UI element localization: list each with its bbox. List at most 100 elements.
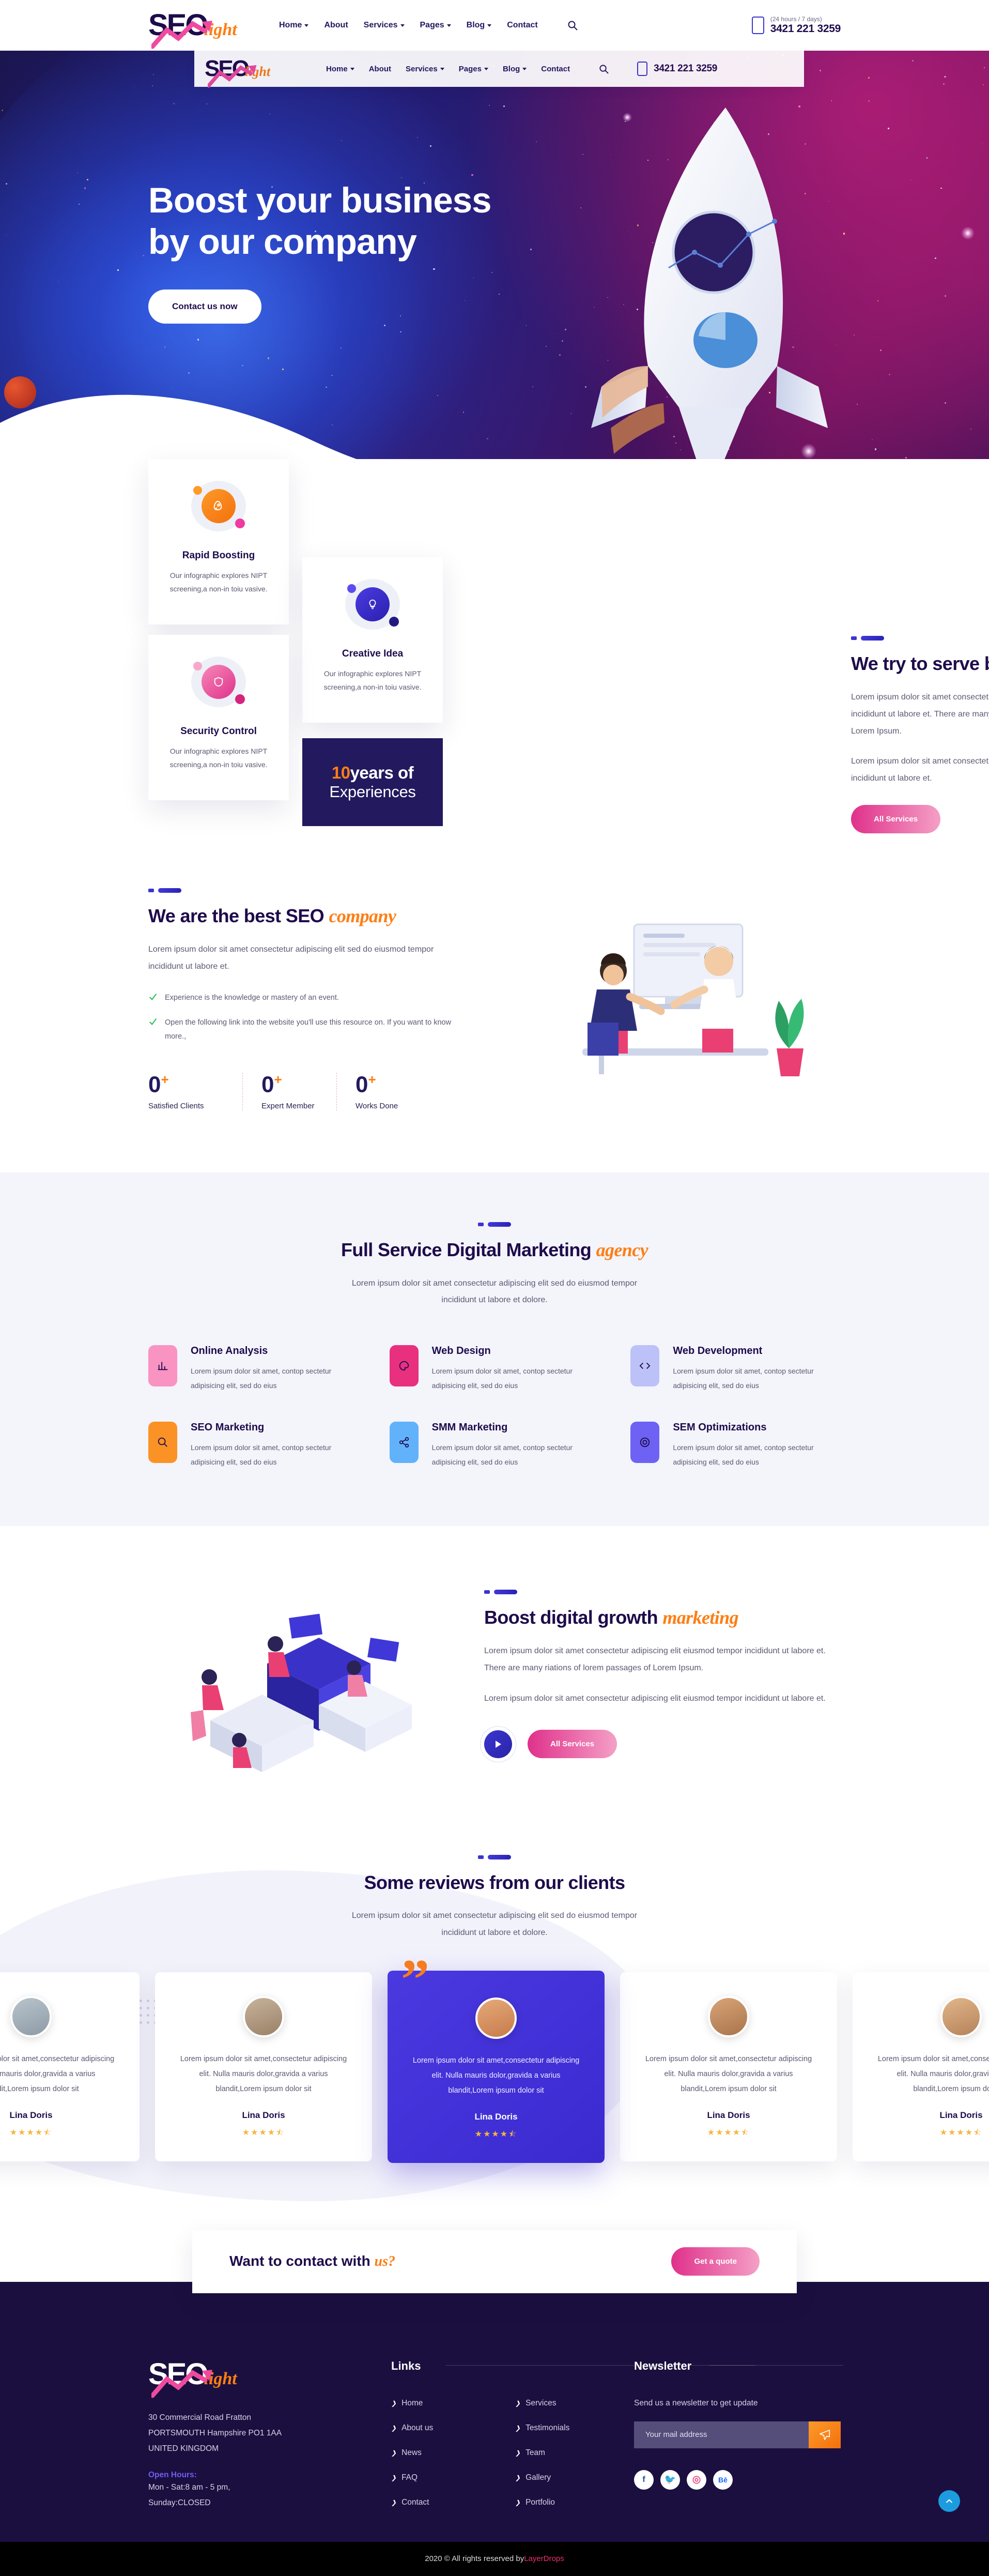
chevron-right-icon: ❯ (515, 2400, 520, 2407)
newsletter-submit-button[interactable] (809, 2421, 841, 2448)
hero-content: Boost your business by our company Conta… (148, 180, 841, 324)
service-card[interactable]: SMM Marketing Lorem ipsum dolor sit amet… (390, 1422, 600, 1469)
testimonial-author: Lina Doris (0, 2110, 119, 2121)
testimonial-card[interactable]: Lorem ipsum dolor sit amet,consectetur a… (853, 1972, 989, 2161)
testimonial-card[interactable]: Lorem ipsum dolor sit amet,consectetur a… (620, 1972, 837, 2161)
rating-stars: ★★★★⯪ (176, 2127, 351, 2141)
footer-links-column: Links ❯Home ❯Services ❯About us ❯Testimo… (391, 2359, 634, 2511)
chevron-right-icon: ❯ (515, 2474, 520, 2481)
chevron-up-icon[interactable] (938, 2490, 960, 2512)
twitter-icon[interactable]: 🐦 (660, 2470, 680, 2490)
copyright-brand[interactable]: LayerDrops (524, 2554, 564, 2563)
service-card[interactable]: SEM Optimizations Lorem ipsum dolor sit … (630, 1422, 841, 1469)
nav-item-about[interactable]: About (324, 21, 348, 30)
footer-link-services[interactable]: ❯Services (515, 2399, 634, 2408)
testimonial-card[interactable]: Lorem ipsum dolor sit amet,consectetur a… (0, 1972, 140, 2161)
growth-heading: Boost digital growth marketing (484, 1606, 841, 1629)
sticky-header-ghost: SEO light Home About Services Pages Blog… (194, 51, 804, 87)
nav-label: Contact (541, 65, 570, 73)
services-subtitle: Lorem ipsum dolor sit amet consectetur a… (334, 1275, 655, 1309)
sticky-nav-item-contact[interactable]: Contact (541, 65, 570, 73)
experience-line2: Experiences (329, 783, 415, 801)
footer-link-team[interactable]: ❯Team (515, 2448, 634, 2458)
logo-text-main: SEO (148, 10, 207, 40)
footer-link-label: Portfolio (526, 2498, 555, 2507)
service-card[interactable]: Online Analysis Lorem ipsum dolor sit am… (148, 1345, 359, 1393)
nav-item-contact[interactable]: Contact (507, 21, 538, 30)
hero-section: Boost your business by our company Conta… (0, 51, 989, 516)
footer-link-home[interactable]: ❯Home (391, 2399, 510, 2408)
feature-card[interactable]: Rapid Boosting Our infographic explores … (148, 459, 289, 624)
footer-link-label: Gallery (526, 2473, 551, 2482)
section-tagline (478, 1855, 511, 1859)
facebook-icon[interactable]: f (634, 2470, 654, 2490)
growth-all-services-button[interactable]: All Services (528, 1730, 617, 1758)
chevron-right-icon: ❯ (391, 2400, 396, 2407)
rating-stars: ★★★★⯪ (873, 2127, 989, 2141)
testimonials-section: Some reviews from our clients Lorem ipsu… (0, 1813, 989, 2230)
stat-label: Works Done (356, 1102, 430, 1110)
nav-item-services[interactable]: Services (364, 21, 405, 30)
search-icon[interactable] (598, 63, 609, 74)
footer-link-about-us[interactable]: ❯About us (391, 2423, 510, 2433)
stat-suffix: + (368, 1072, 376, 1087)
sticky-nav-item-about[interactable]: About (369, 65, 391, 73)
testimonial-text: Lorem ipsum dolor sit amet,consectetur a… (408, 2053, 584, 2098)
service-card[interactable]: Web Development Lorem ipsum dolor sit am… (630, 1345, 841, 1393)
search-icon[interactable] (567, 20, 578, 31)
nav-item-home[interactable]: Home (279, 21, 308, 30)
sticky-nav-item-services[interactable]: Services (406, 65, 444, 73)
social-glyph: Bē (718, 2476, 728, 2484)
sticky-nav-item-home[interactable]: Home (326, 65, 354, 73)
chevron-down-icon (400, 24, 405, 27)
testimonials-subtitle: Lorem ipsum dolor sit amet consectetur a… (334, 1908, 655, 1942)
sticky-nav-item-pages[interactable]: Pages (459, 65, 488, 73)
growth-illustration (148, 1576, 469, 1772)
stat-value: 0+ (148, 1073, 242, 1096)
service-card[interactable]: Web Design Lorem ipsum dolor sit amet, c… (390, 1345, 600, 1393)
get-a-quote-button[interactable]: Get a quote (671, 2247, 760, 2276)
about-text-block: We are the best SEO company Lorem ipsum … (148, 888, 458, 1110)
rocket-icon (202, 489, 236, 523)
footer-link-faq[interactable]: ❯FAQ (391, 2473, 510, 2482)
sticky-nav-item-blog[interactable]: Blog (503, 65, 527, 73)
services-header: Full Service Digital Marketing agency Lo… (262, 1222, 727, 1309)
feature-card[interactable]: Creative Idea Our infographic explores N… (302, 557, 443, 723)
serve-all-services-button[interactable]: All Services (851, 805, 940, 833)
testimonial-card-active[interactable]: ” Lorem ipsum dolor sit amet,consectetur… (388, 1971, 605, 2163)
feature-icon-group (186, 481, 251, 537)
hero-title-line1: Boost your business (148, 180, 491, 220)
decorative-dot (389, 617, 399, 627)
support-phone-number[interactable]: 3421 221 3259 (770, 23, 841, 35)
dribbble-icon[interactable]: ◎ (687, 2470, 706, 2490)
testimonial-card[interactable]: Lorem ipsum dolor sit amet,consectetur a… (155, 1972, 372, 2161)
behance-icon[interactable]: Bē (713, 2470, 733, 2490)
nav-item-pages[interactable]: Pages (420, 21, 451, 30)
sticky-logo[interactable]: SEO light (205, 57, 311, 80)
footer-link-contact[interactable]: ❯Contact (391, 2498, 510, 2507)
newsletter-email-input[interactable] (634, 2421, 809, 2448)
play-icon[interactable] (484, 1730, 512, 1758)
footer-link-label: Testimonials (526, 2423, 569, 2433)
footer-logo[interactable]: SEO light (148, 2359, 391, 2389)
feature-card[interactable]: Security Control Our infographic explore… (148, 635, 289, 800)
avatar (243, 1996, 284, 2037)
testimonial-author: Lina Doris (176, 2110, 351, 2121)
search-graph-icon (148, 1422, 177, 1463)
chevron-right-icon: ❯ (391, 2449, 396, 2457)
service-title: Online Analysis (191, 1345, 359, 1357)
testimonials-header: Some reviews from our clients Lorem ipsu… (262, 1855, 727, 1942)
service-card[interactable]: SEO Marketing Lorem ipsum dolor sit amet… (148, 1422, 359, 1469)
footer-link-testimonials[interactable]: ❯Testimonials (515, 2423, 634, 2433)
footer-link-portfolio[interactable]: ❯Portfolio (515, 2498, 634, 2507)
testimonial-author: Lina Doris (408, 2112, 584, 2122)
hero-contact-button[interactable]: Contact us now (148, 289, 261, 324)
footer-link-gallery[interactable]: ❯ Gallery (515, 2473, 634, 2482)
site-logo[interactable]: SEO light (148, 10, 254, 40)
sticky-phone-number[interactable]: 3421 221 3259 (654, 63, 717, 74)
nav-item-blog[interactable]: Blog (467, 21, 492, 30)
testimonials-carousel[interactable]: Lorem ipsum dolor sit amet,consectetur a… (0, 1971, 989, 2163)
newsletter-subtitle: Send us a newsletter to get update (634, 2399, 841, 2408)
footer-link-news[interactable]: ❯News (391, 2448, 510, 2458)
footer-links-title: Links (391, 2359, 421, 2373)
